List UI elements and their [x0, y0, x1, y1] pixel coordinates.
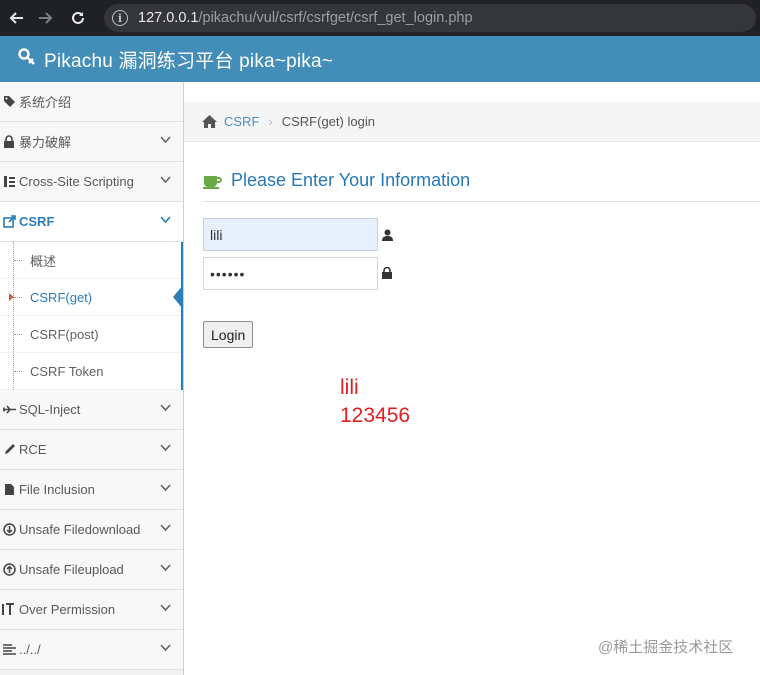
chevron-down-icon — [160, 604, 171, 612]
browser-toolbar: i 127.0.0.1/pikachu/vul/csrf/csrfget/csr… — [0, 0, 760, 36]
coffee-icon — [203, 173, 223, 194]
breadcrumb-link-csrf[interactable]: CSRF — [224, 114, 259, 129]
sidebar-item-sql-inject[interactable]: SQL-Inject — [0, 390, 183, 430]
annotation-username: lili — [340, 376, 359, 399]
chevron-down-icon — [160, 404, 171, 412]
breadcrumb-separator-icon: › — [268, 114, 273, 129]
sidebar-subitem-csrf-token[interactable]: CSRF Token — [0, 353, 181, 390]
sidebar-item-label: Cross-Site Scripting — [19, 174, 134, 189]
sidebar-item-over-permission[interactable]: Over Permission — [0, 590, 183, 630]
password-input[interactable] — [203, 257, 378, 290]
chevron-down-icon — [160, 564, 171, 572]
sidebar-item-csrf[interactable]: CSRF — [0, 202, 183, 242]
chevron-down-icon — [160, 216, 171, 224]
arrow-left-icon — [9, 12, 23, 24]
chevron-down-icon — [160, 444, 171, 452]
sidebar-item-xss[interactable]: Cross-Site Scripting — [0, 162, 183, 202]
sidebar-subitem-csrf-get[interactable]: CSRF(get) — [0, 279, 183, 316]
sidebar-subitem-csrf-post[interactable]: CSRF(post) — [0, 316, 181, 353]
file-icon — [2, 483, 16, 497]
tags-icon — [2, 95, 16, 109]
home-icon[interactable] — [201, 114, 218, 129]
key-icon — [18, 47, 36, 71]
sidebar-item-label: RCE — [19, 442, 47, 457]
text-height-icon — [2, 603, 16, 617]
arrow-right-icon — [39, 12, 53, 24]
reload-icon — [72, 11, 84, 24]
chevron-down-icon — [160, 644, 171, 652]
sidebar-item-unsafe-fileupload[interactable]: Unsafe Fileupload — [0, 550, 183, 590]
align-left-icon — [2, 643, 16, 657]
sidebar-item-dotdot[interactable]: ../../ — [0, 630, 183, 670]
sidebar-item-label: Unsafe Filedownload — [19, 522, 141, 537]
sidebar-subitem-label: CSRF(get) — [30, 289, 93, 305]
sidebar-item-label: File Inclusion — [19, 482, 95, 497]
sidebar-subitem-label: CSRF(post) — [30, 326, 99, 342]
info-icon[interactable]: i — [112, 10, 128, 26]
forward-button[interactable] — [32, 0, 60, 36]
watermark: @稀土掘金技术社区 — [598, 639, 734, 656]
app-brand[interactable]: Pikachu 漏洞练习平台 pika~pika~ — [44, 46, 333, 73]
chevron-down-icon — [160, 484, 171, 492]
sidebar-item-intro[interactable]: 系统介绍 — [0, 82, 183, 122]
external-link-icon — [2, 215, 16, 229]
sidebar-item-label: Unsafe Fileupload — [19, 562, 124, 577]
breadcrumb-current: CSRF(get) login — [281, 114, 375, 129]
sidebar-item-label: SQL-Inject — [19, 402, 81, 417]
sidebar-item-rce[interactable]: RCE — [0, 430, 183, 470]
sidebar-item-file-inclusion[interactable]: File Inclusion — [0, 470, 183, 510]
form-title: Please Enter Your Information — [203, 170, 760, 202]
lock-icon — [382, 266, 392, 284]
chevron-down-icon — [160, 524, 171, 532]
sidebar-subitem-label: CSRF Token — [30, 363, 104, 379]
sitemap-icon — [2, 175, 16, 189]
username-input[interactable] — [203, 218, 378, 251]
sidebar-item-label: 系统介绍 — [19, 95, 72, 110]
sidebar-subitem-label: 概述 — [30, 253, 57, 269]
lock-icon — [2, 135, 16, 149]
reload-button[interactable] — [64, 0, 92, 36]
upload-icon — [2, 563, 16, 577]
sidebar-subitem-overview[interactable]: 概述 — [0, 242, 181, 279]
login-button[interactable]: Login — [203, 321, 254, 348]
sidebar-item-unsafe-filedownload[interactable]: Unsafe Filedownload — [0, 510, 183, 550]
sidebar-item-label: ../../ — [19, 642, 41, 657]
pencil-icon — [2, 443, 16, 457]
sidebar-item-label: Over Permission — [19, 602, 116, 617]
sidebar-item-label: 暴力破解 — [19, 135, 72, 150]
address-bar[interactable]: i 127.0.0.1/pikachu/vul/csrf/csrfget/csr… — [104, 4, 756, 32]
url-host: 127.0.0.1 — [138, 10, 199, 26]
chevron-down-icon — [160, 136, 171, 144]
back-button[interactable] — [2, 0, 30, 36]
form-title-text: Please Enter Your Information — [231, 170, 471, 190]
app-header: Pikachu 漏洞练习平台 pika~pika~ — [0, 36, 760, 82]
chevron-down-icon — [160, 176, 171, 184]
url-path: /pikachu/vul/csrf/csrfget/csrf_get_login… — [198, 10, 473, 26]
breadcrumb: CSRF › CSRF(get) login — [184, 102, 760, 142]
sidebar-item-brute-force[interactable]: 暴力破解 — [0, 122, 183, 162]
fighter-jet-icon — [2, 403, 16, 417]
sidebar: 系统介绍 暴力破解 Cross-Site Scripting CSRF 概述 C… — [0, 82, 184, 675]
download-icon — [2, 523, 16, 537]
annotation-password: 123456 — [340, 404, 411, 427]
active-indicator — [173, 285, 183, 309]
user-icon — [382, 228, 393, 246]
csrf-submenu: 概述 CSRF(get) CSRF(post) CSRF Token — [0, 242, 183, 390]
sidebar-item-label: CSRF — [19, 214, 55, 229]
